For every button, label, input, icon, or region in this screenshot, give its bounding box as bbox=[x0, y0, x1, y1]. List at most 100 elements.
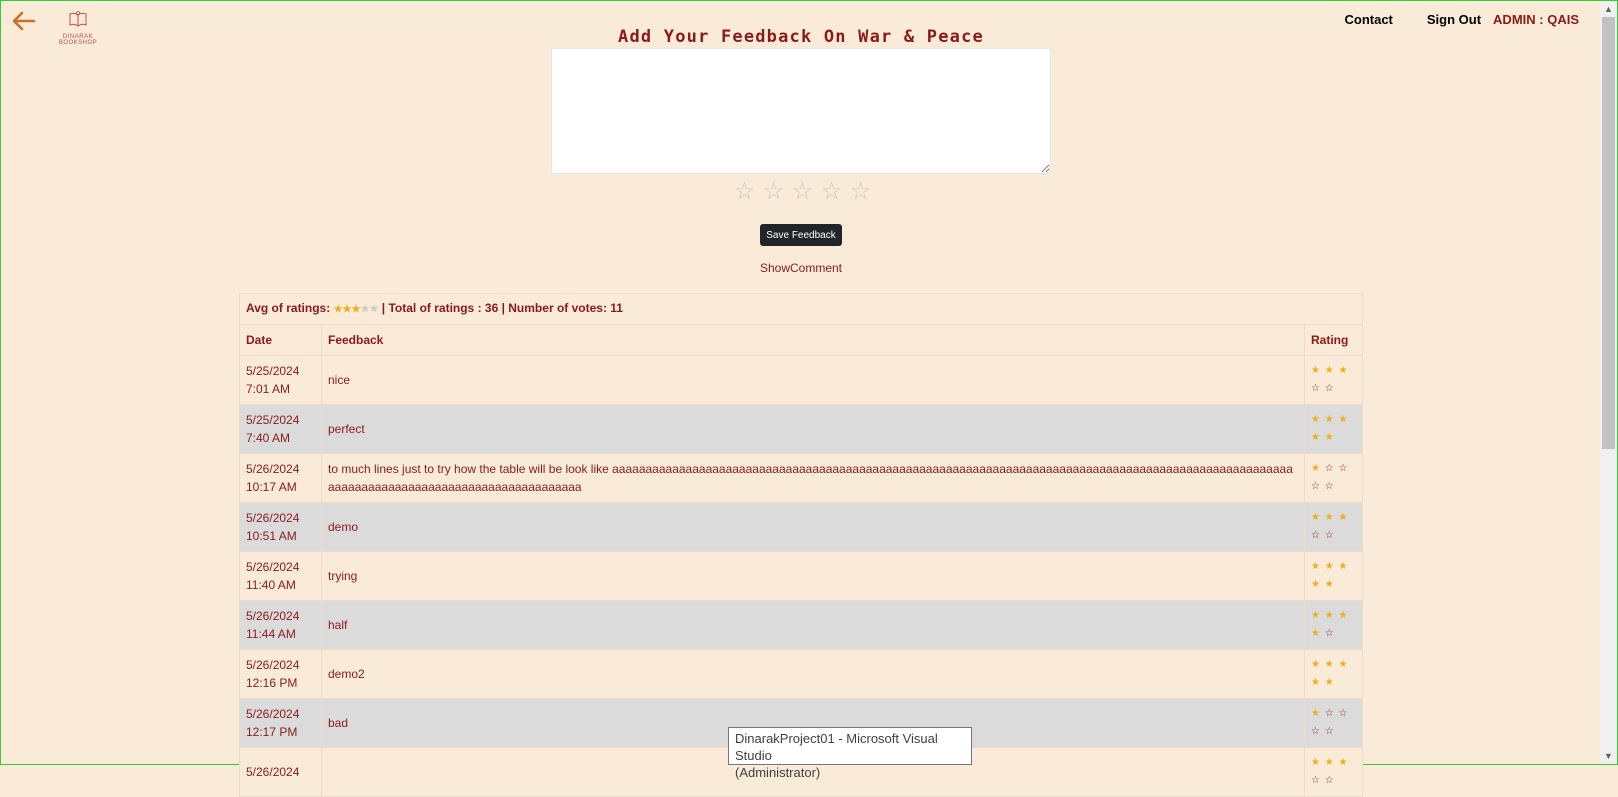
date-text: 5/25/2024 bbox=[246, 364, 300, 378]
filled-star-icon: ★ bbox=[1324, 677, 1335, 688]
filled-star-icon: ★ bbox=[1324, 610, 1335, 621]
ratings-totals: | Total of ratings : 36 | Number of vote… bbox=[381, 301, 623, 315]
feedback-table: Avg of ratings: ★★★★★ | Total of ratings… bbox=[239, 293, 1363, 797]
empty-star-icon: ☆ bbox=[1311, 775, 1321, 786]
rating-cell: ★ ☆ ☆ ☆ ☆ bbox=[1304, 698, 1363, 748]
star-2-icon[interactable]: ☆ bbox=[759, 179, 788, 205]
time-text: 10:17 AM bbox=[246, 480, 297, 494]
date-cell: 5/26/2024 12:16 PM bbox=[239, 649, 322, 699]
feedback-cell: demo2 bbox=[321, 649, 1305, 699]
date-cell: 5/26/2024 10:17 AM bbox=[239, 453, 322, 503]
filled-star-icon: ★ bbox=[333, 304, 343, 315]
date-text: 5/26/2024 bbox=[246, 511, 300, 525]
empty-star-icon: ☆ bbox=[1311, 530, 1321, 541]
filled-star-icon: ★ bbox=[1311, 561, 1321, 572]
filled-star-icon: ★ bbox=[1338, 757, 1349, 768]
filled-star-icon: ★ bbox=[1324, 414, 1335, 425]
filled-star-icon: ★ bbox=[1311, 579, 1321, 590]
rating-stars: ★ ★ ★ ★ ★ bbox=[1311, 411, 1356, 447]
star-4-icon[interactable]: ☆ bbox=[817, 179, 846, 205]
rating-stars: ★ ★ ★ ★ ★ bbox=[1311, 656, 1356, 692]
time-text: 7:01 AM bbox=[246, 382, 291, 396]
date-cell: 5/26/2024 10:51 AM bbox=[239, 502, 322, 552]
rating-cell: ★ ☆ ☆ ☆ ☆ bbox=[1304, 453, 1363, 503]
filled-star-icon: ★ bbox=[1324, 659, 1335, 670]
rating-cell: ★ ★ ★ ★ ★ bbox=[1304, 551, 1363, 601]
date-cell: 5/26/2024 11:40 AM bbox=[239, 551, 322, 601]
book-logo-icon bbox=[69, 11, 87, 27]
date-text: 5/26/2024 bbox=[246, 707, 300, 721]
column-header-rating: Rating bbox=[1304, 324, 1363, 356]
filled-star-icon: ★ bbox=[1324, 579, 1335, 590]
filled-star-icon: ★ bbox=[1311, 659, 1321, 670]
rating-cell: ★ ★ ★ ★ ★ bbox=[1304, 649, 1363, 699]
rating-cell: ★ ★ ★ ☆ ☆ bbox=[1304, 747, 1363, 797]
filled-star-icon: ★ bbox=[1311, 463, 1321, 474]
scroll-thumb[interactable] bbox=[1602, 17, 1615, 449]
table-row: 5/26/2024 10:17 AM to much lines just to t… bbox=[239, 453, 1363, 503]
rating-stars: ★ ★ ★ ☆ ☆ bbox=[1311, 509, 1356, 545]
table-row: 5/26/2024 10:51 AM demo ★ ★ ★ ☆ ☆ bbox=[239, 502, 1363, 552]
filled-star-icon: ★ bbox=[1311, 677, 1321, 688]
date-text: 5/26/2024 bbox=[246, 765, 300, 779]
feedback-cell: to much lines just to try how the table … bbox=[321, 453, 1305, 503]
date-text: 5/26/2024 bbox=[246, 658, 300, 672]
filled-star-icon: ★ bbox=[1338, 561, 1349, 572]
filled-star-icon: ★ bbox=[1311, 708, 1321, 719]
star-5-icon[interactable]: ☆ bbox=[846, 179, 875, 205]
feedback-textarea[interactable] bbox=[551, 48, 1051, 174]
filled-star-icon: ★ bbox=[1338, 365, 1349, 376]
table-row: 5/26/2024 11:40 AM trying ★ ★ ★ ★ ★ bbox=[239, 551, 1363, 601]
save-feedback-button[interactable]: Save Feedback bbox=[760, 224, 842, 246]
avg-label: Avg of ratings: bbox=[246, 301, 331, 315]
empty-star-icon: ☆ bbox=[1324, 708, 1335, 719]
time-text: 12:17 PM bbox=[246, 725, 298, 739]
rating-cell: ★ ★ ★ ★ ★ bbox=[1304, 404, 1363, 454]
time-text: 11:40 AM bbox=[246, 578, 296, 592]
sign-out-link[interactable]: Sign Out bbox=[1427, 12, 1481, 27]
time-text: 11:44 AM bbox=[246, 627, 296, 641]
time-text: 10:51 AM bbox=[246, 529, 297, 543]
rating-cell: ★ ★ ★ ☆ ☆ bbox=[1304, 502, 1363, 552]
empty-star-icon: ★ bbox=[369, 304, 379, 315]
filled-star-icon: ★ bbox=[1324, 432, 1335, 443]
show-comment-link[interactable]: ShowComment bbox=[1, 261, 1601, 275]
feedback-cell: trying bbox=[321, 551, 1305, 601]
admin-label: ADMIN : QAIS bbox=[1493, 12, 1579, 27]
date-cell: 5/26/2024 12:17 PM bbox=[239, 698, 322, 748]
star-1-icon[interactable]: ☆ bbox=[730, 179, 759, 205]
date-text: 5/25/2024 bbox=[246, 413, 300, 427]
filled-star-icon: ★ bbox=[1311, 628, 1321, 639]
table-row: 5/26/2024 11:44 AM half ★ ★ ★ ★ ☆ bbox=[239, 600, 1363, 650]
filled-star-icon: ★ bbox=[1324, 512, 1335, 523]
time-text: 12:16 PM bbox=[246, 676, 298, 690]
filled-star-icon: ★ bbox=[1311, 365, 1321, 376]
date-text: 5/26/2024 bbox=[246, 560, 300, 574]
filled-star-icon: ★ bbox=[1324, 365, 1335, 376]
date-cell: 5/25/2024 7:01 AM bbox=[239, 355, 322, 405]
empty-star-icon: ☆ bbox=[1311, 726, 1321, 737]
rating-stars: ★ ★ ★ ★ ★ bbox=[1311, 558, 1356, 594]
empty-star-icon: ☆ bbox=[1324, 726, 1335, 737]
filled-star-icon: ★ bbox=[1324, 561, 1335, 572]
feedback-cell: perfect bbox=[321, 404, 1305, 454]
tooltip-line-1: DinarakProject01 - Microsoft Visual Stud… bbox=[735, 731, 938, 763]
vertical-scrollbar[interactable]: ▲ ▼ bbox=[1600, 1, 1617, 764]
page-title: Add Your Feedback On War & Peace bbox=[618, 27, 984, 47]
filled-star-icon: ★ bbox=[342, 304, 352, 315]
rating-stars: ★ ☆ ☆ ☆ ☆ bbox=[1311, 705, 1356, 741]
empty-star-icon: ☆ bbox=[1324, 775, 1335, 786]
scroll-up-icon[interactable]: ▲ bbox=[1600, 1, 1617, 17]
table-row: 5/25/2024 7:40 AM perfect ★ ★ ★ ★ ★ bbox=[239, 404, 1363, 454]
table-row: 5/26/2024 12:16 PM demo2 ★ ★ ★ ★ ★ bbox=[239, 649, 1363, 699]
scroll-down-icon[interactable]: ▼ bbox=[1600, 748, 1617, 764]
avg-stars: ★★★★★ bbox=[334, 304, 379, 315]
empty-star-icon: ☆ bbox=[1311, 383, 1321, 394]
feedback-cell: nice bbox=[321, 355, 1305, 405]
star-3-icon[interactable]: ☆ bbox=[788, 179, 817, 205]
empty-star-icon: ☆ bbox=[1311, 481, 1321, 492]
ratings-summary-row: Avg of ratings: ★★★★★ | Total of ratings… bbox=[239, 293, 1363, 325]
taskbar-tooltip: DinarakProject01 - Microsoft Visual Stud… bbox=[728, 727, 972, 780]
filled-star-icon: ★ bbox=[1324, 757, 1335, 768]
contact-link[interactable]: Contact bbox=[1344, 12, 1392, 27]
